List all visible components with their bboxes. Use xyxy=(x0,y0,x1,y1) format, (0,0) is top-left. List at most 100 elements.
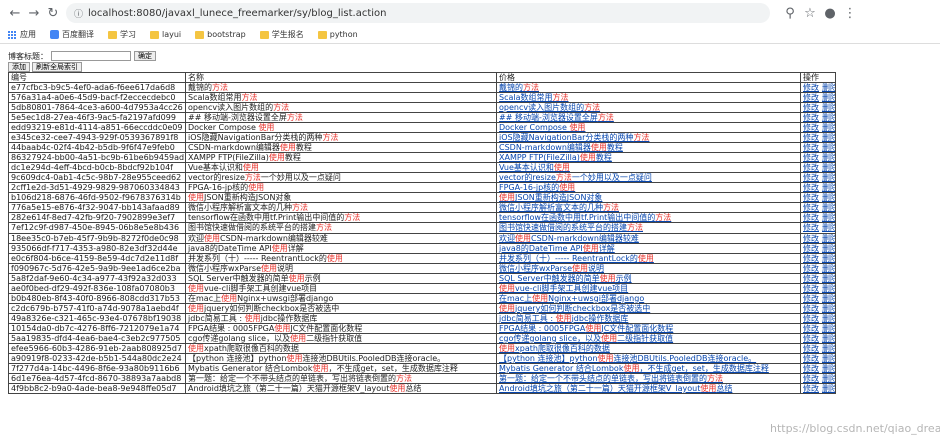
title-link[interactable]: 欢迎使用CSDN-markdown编辑器较难 xyxy=(499,234,639,242)
address-bar[interactable]: ⓘ localhost:8080/javaxl_lunece_freemarke… xyxy=(66,3,770,23)
delete-link[interactable]: 删除 xyxy=(822,184,835,192)
bookmark-item[interactable]: 学生报名 xyxy=(259,29,304,40)
delete-link[interactable]: 删除 xyxy=(822,314,835,322)
delete-link[interactable]: 删除 xyxy=(822,354,835,362)
title-link[interactable]: 使用xpath爬取很像百科的数据 xyxy=(499,344,610,352)
title-link[interactable]: CSDN-markdown编辑器使用教程 xyxy=(499,144,623,152)
title-link[interactable]: cgo传递golang slice，以及使用二级指针获取值 xyxy=(499,334,673,342)
title-link[interactable]: 使用JSON重新构造JSON对象 xyxy=(499,194,602,202)
title-link[interactable]: Scala数组常用方法 xyxy=(499,94,569,102)
edit-link[interactable]: 修改 xyxy=(803,194,819,202)
edit-link[interactable]: 修改 xyxy=(803,134,819,142)
edit-link[interactable]: 修改 xyxy=(803,324,819,332)
title-link[interactable]: 使用vue-cli脚手架工具创建vue项目 xyxy=(499,284,628,292)
delete-link[interactable]: 删除 xyxy=(822,114,835,122)
bookmark-item[interactable]: 百度翻译 xyxy=(50,29,94,40)
zoom-icon[interactable]: ⚲ xyxy=(780,3,800,23)
title-link[interactable]: FPGA-16-jp核的使用 xyxy=(499,184,575,192)
title-link[interactable]: 使用jquery如何判断checkbox是否被选中 xyxy=(499,304,650,312)
delete-link[interactable]: 删除 xyxy=(822,214,835,222)
refresh-index-button[interactable]: 刷新全局索引 xyxy=(32,62,82,72)
delete-link[interactable]: 删除 xyxy=(822,224,835,232)
delete-link[interactable]: 删除 xyxy=(822,94,835,102)
edit-link[interactable]: 修改 xyxy=(803,294,819,302)
edit-link[interactable]: 修改 xyxy=(803,174,819,182)
edit-link[interactable]: 修改 xyxy=(803,314,819,322)
title-link[interactable]: tensorflow在函数中用tf.Print输出中间值的方法 xyxy=(499,214,671,222)
title-link[interactable]: 第一题：给定一个不带头结点的单链表，写出将链表倒置的方法 xyxy=(499,374,723,382)
title-link[interactable]: FPGA结果 : 0005FPGA使用JC文件配置面化数程 xyxy=(499,324,673,332)
edit-link[interactable]: 修改 xyxy=(803,384,819,392)
delete-link[interactable]: 删除 xyxy=(822,264,835,272)
title-link[interactable]: vector的resize方法一个妙用以及一点疑问 xyxy=(499,174,652,182)
edit-link[interactable]: 修改 xyxy=(803,334,819,342)
title-link[interactable]: Mybatis Generator 结合Lombok使用，不生成get，set，… xyxy=(499,364,769,372)
title-link[interactable]: Vue基本认识和使用 xyxy=(499,164,570,172)
title-link[interactable]: java8的DateTime API使用详解 xyxy=(499,244,615,252)
bookmark-apps[interactable]: 应用 xyxy=(8,29,36,40)
delete-link[interactable]: 删除 xyxy=(822,234,835,242)
title-link[interactable]: Android填坑之旅（第二十一篇）天猫开源框架V_layout使用总结 xyxy=(499,384,732,392)
delete-link[interactable]: 删除 xyxy=(822,124,835,132)
title-link[interactable]: SQL Server中触发器的简单使用示例 xyxy=(499,274,632,282)
title-link[interactable]: 在mac上使用Nginx+uwsgi部署django xyxy=(499,294,644,302)
edit-link[interactable]: 修改 xyxy=(803,364,819,372)
add-button[interactable]: 添加 xyxy=(8,62,30,72)
edit-link[interactable]: 修改 xyxy=(803,304,819,312)
delete-link[interactable]: 删除 xyxy=(822,334,835,342)
title-link[interactable]: opencv读入图片数组的方法 xyxy=(499,104,600,112)
edit-link[interactable]: 修改 xyxy=(803,374,819,382)
submit-button[interactable]: 确定 xyxy=(134,51,156,61)
edit-link[interactable]: 修改 xyxy=(803,354,819,362)
edit-link[interactable]: 修改 xyxy=(803,224,819,232)
edit-link[interactable]: 修改 xyxy=(803,184,819,192)
edit-link[interactable]: 修改 xyxy=(803,94,819,102)
edit-link[interactable]: 修改 xyxy=(803,214,819,222)
bookmark-item[interactable]: layui xyxy=(150,30,181,39)
bookmark-item[interactable]: 学习 xyxy=(108,29,136,40)
title-link[interactable]: ## 移动端-浏览器设置全屏方法 xyxy=(499,114,614,122)
delete-link[interactable]: 删除 xyxy=(822,384,835,392)
edit-link[interactable]: 修改 xyxy=(803,264,819,272)
reload-icon[interactable]: ↻ xyxy=(42,2,64,24)
title-link[interactable]: jdbc简易工具 : 使用jdbc操作数据库 xyxy=(499,314,628,322)
delete-link[interactable]: 删除 xyxy=(822,104,835,112)
delete-link[interactable]: 删除 xyxy=(822,284,835,292)
title-link[interactable]: XAMPP FTP(FileZilla)使用教程 xyxy=(499,154,612,162)
delete-link[interactable]: 删除 xyxy=(822,364,835,372)
delete-link[interactable]: 删除 xyxy=(822,134,835,142)
title-link[interactable]: 【python 连接池】python使用连接池DBUtils.PooledDB连… xyxy=(499,354,756,362)
delete-link[interactable]: 删除 xyxy=(822,144,835,152)
title-link[interactable]: 并发系列（十）----- ReentrantLock的使用 xyxy=(499,254,654,262)
title-link[interactable]: iOS隐藏NavigationBar分类栈的两种方法 xyxy=(499,134,649,142)
edit-link[interactable]: 修改 xyxy=(803,344,819,352)
edit-link[interactable]: 修改 xyxy=(803,254,819,262)
title-link[interactable]: 戴锦的方法 xyxy=(499,84,539,92)
star-icon[interactable]: ☆ xyxy=(800,3,820,23)
delete-link[interactable]: 删除 xyxy=(822,254,835,262)
delete-link[interactable]: 删除 xyxy=(822,194,835,202)
edit-link[interactable]: 修改 xyxy=(803,284,819,292)
delete-link[interactable]: 删除 xyxy=(822,374,835,382)
delete-link[interactable]: 删除 xyxy=(822,274,835,282)
edit-link[interactable]: 修改 xyxy=(803,144,819,152)
delete-link[interactable]: 删除 xyxy=(822,164,835,172)
edit-link[interactable]: 修改 xyxy=(803,104,819,112)
delete-link[interactable]: 删除 xyxy=(822,304,835,312)
delete-link[interactable]: 删除 xyxy=(822,204,835,212)
edit-link[interactable]: 修改 xyxy=(803,234,819,242)
delete-link[interactable]: 删除 xyxy=(822,174,835,182)
title-link[interactable]: 微信小程序解析富文本的几种方法 xyxy=(499,204,619,212)
title-link[interactable]: 微信小程序wxParse使用说明 xyxy=(499,264,604,272)
delete-link[interactable]: 删除 xyxy=(822,294,835,302)
delete-link[interactable]: 删除 xyxy=(822,244,835,252)
delete-link[interactable]: 删除 xyxy=(822,84,835,92)
edit-link[interactable]: 修改 xyxy=(803,124,819,132)
edit-link[interactable]: 修改 xyxy=(803,274,819,282)
title-link[interactable]: Docker Compose 使用 xyxy=(499,124,585,132)
edit-link[interactable]: 修改 xyxy=(803,154,819,162)
delete-link[interactable]: 删除 xyxy=(822,324,835,332)
edit-link[interactable]: 修改 xyxy=(803,84,819,92)
bookmark-item[interactable]: bootstrap xyxy=(195,30,246,39)
edit-link[interactable]: 修改 xyxy=(803,244,819,252)
